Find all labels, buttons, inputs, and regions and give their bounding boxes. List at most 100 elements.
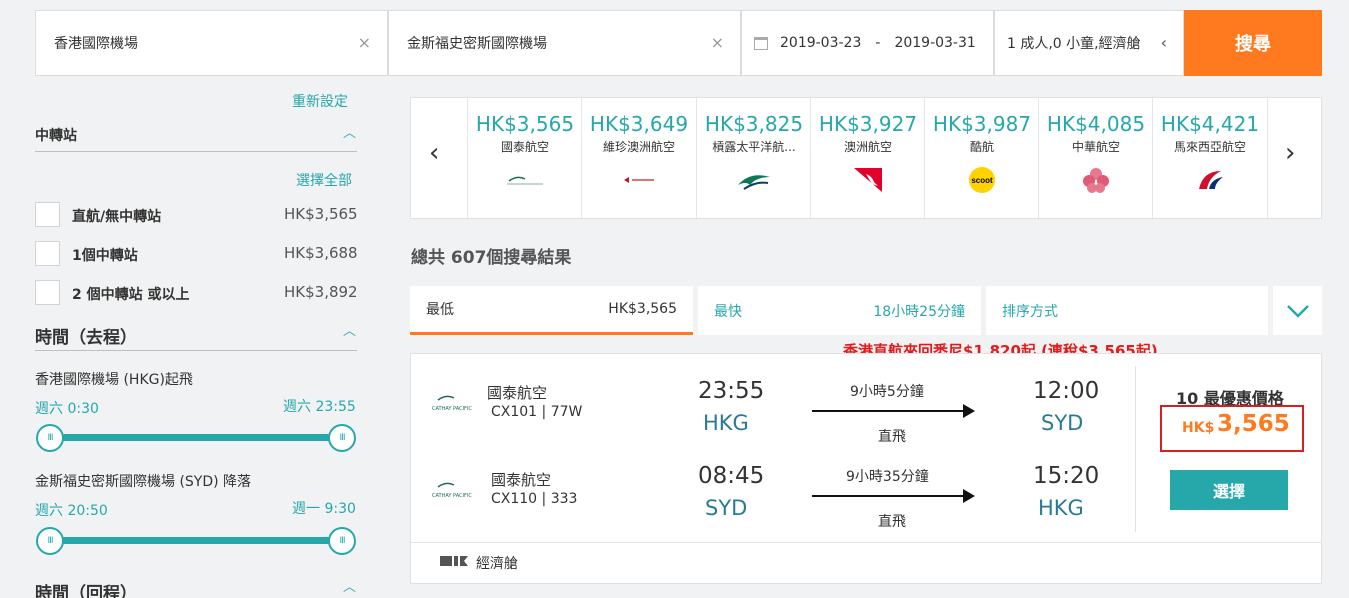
leg-airline: 國泰航空 [487,384,548,402]
stops-label-direct: 直航/無中轉站 [72,209,162,225]
airline-card-virgin[interactable]: HK$3,649 維珍澳洲航空 [581,98,696,220]
leg-arrival-code: SYD [1041,411,1084,435]
carousel-next-icon[interactable]: › [1285,138,1295,168]
leg-airline: 國泰航空 [491,471,552,489]
airline-name: 國泰航空 [500,140,549,154]
stops-price-one: HK$3,688 [284,244,358,262]
chevron-down-icon [1286,304,1309,318]
collapse-outbound-icon[interactable]: ︿ [343,320,356,339]
price-amount: 3,565 [1217,411,1290,437]
cabin-class: 經濟艙 [476,556,518,572]
cathay-pacific-logo-icon: CATHAY PACIFIC [430,479,480,501]
carousel-prev-icon[interactable]: ‹ [429,138,439,168]
scoot-logo-icon: scoot [962,167,1002,193]
cathay-pacific-logo-icon [505,167,545,193]
airline-price: HK$3,649 [589,112,689,136]
arrow-right-icon [963,489,975,503]
airline-name: 酷航 [969,140,994,154]
stops-divider [35,151,357,152]
reset-link[interactable]: 重新設定 [292,91,348,111]
leg-stops: 直飛 [878,429,906,445]
outbound-divider [35,350,357,351]
outbound-arrive-slider-min[interactable]: III [36,527,64,555]
airline-name: 槓露太平洋航... [712,140,796,154]
leg-stops: 直飛 [878,514,906,530]
airline-card-qantas[interactable]: HK$3,927 澳洲航空 [810,98,925,220]
bird-airline-logo-icon [734,167,774,193]
china-airlines-logo-icon [1076,167,1116,193]
airline-carousel: ‹ HK$3,565 國泰航空 HK$3,649 維珍澳洲航空 HK$3,825… [410,97,1322,220]
price-currency: HK$ [1182,420,1215,436]
sort-tab-label: 最低 [426,302,454,318]
outbound-depart-slider-max[interactable]: III [328,424,356,452]
origin-value: 香港國際機場 [54,36,138,52]
leg-arrival-time: 12:00 [1033,378,1100,404]
return-time-title: 時間（回程） [35,584,137,598]
airline-card-malaysia[interactable]: HK$4,421 馬來西亞航空 [1152,98,1267,220]
virgin-australia-logo-icon [619,167,659,193]
passenger-field[interactable]: 1 成人,0 小童,經濟艙 ‹ [994,10,1184,76]
card-footer-divider [411,542,1321,543]
sort-tab-fastest[interactable]: 最快 18小時25分鐘 [698,286,981,335]
destination-value: 金斯福史密斯國際機場 [407,36,547,52]
outbound-depart-slider-min[interactable]: III [36,424,64,452]
stops-checkbox-direct[interactable] [35,202,60,227]
airline-name: 中華航空 [1071,140,1120,154]
sort-tab-cheapest[interactable]: 最低 HK$3,565 [410,286,693,335]
collapse-stops-icon[interactable]: ︿ [343,122,356,141]
outbound-arrive-label: 金斯福史密斯國際機場 (SYD) 降落 [35,474,252,490]
clear-destination-icon[interactable]: × [711,33,724,52]
airline-card-scoot[interactable]: HK$3,987 酷航 scoot [924,98,1039,220]
sort-tab-sort-by[interactable]: 排序方式 [986,286,1268,335]
outbound-arrive-to: 週一 9:30 [292,501,356,517]
calendar-icon [754,36,768,50]
svg-text:CATHAY PACIFIC: CATHAY PACIFIC [432,493,472,499]
airline-card-cathay[interactable]: HK$3,565 國泰航空 [467,98,582,220]
origin-field[interactable]: 香港國際機場 × [35,10,388,76]
select-all-link[interactable]: 選擇全部 [296,170,352,190]
date-separator: - [875,35,881,51]
leg-duration: 9小時5分鐘 [850,384,924,400]
stops-title: 中轉站 [35,128,77,144]
results-total: 總共 607個搜尋結果 [411,248,572,268]
destination-field[interactable]: 金斯福史密斯國際機場 × [388,10,741,76]
stops-label-two-plus: 2 個中轉站 或以上 [72,287,190,303]
airline-price: HK$4,085 [1046,112,1146,136]
airline-card-third[interactable]: HK$3,825 槓露太平洋航... [696,98,811,220]
sort-dropdown-button[interactable] [1273,286,1322,335]
outbound-arrive-slider-max[interactable]: III [328,527,356,555]
cathay-pacific-logo-icon: CATHAY PACIFIC [430,392,480,414]
sort-tab-label: 排序方式 [1002,303,1058,320]
sort-tab-value: HK$3,565 [608,301,677,317]
search-button[interactable]: 搜尋 [1184,10,1322,76]
leg-arrival-time: 15:20 [1033,463,1100,489]
outbound-arrive-slider-track[interactable] [48,537,343,544]
airline-price: HK$3,565 [475,112,575,136]
return-date: 2019-03-31 [894,35,976,51]
leg-duration: 9小時35分鐘 [846,469,929,485]
date-field[interactable]: 2019-03-23 - 2019-03-31 [741,10,994,76]
leg-flight-number: CX101 | 77W [491,404,583,420]
price-column-divider [1135,366,1136,532]
stops-checkbox-one[interactable] [35,241,60,266]
sort-tab-label: 最快 [714,303,742,320]
select-flight-button[interactable]: 選擇 [1170,470,1288,510]
collapse-return-icon[interactable]: ︿ [343,576,356,595]
outbound-depart-label: 香港國際機場 (HKG)起飛 [35,372,193,388]
depart-date: 2019-03-23 [780,35,862,51]
outbound-depart-slider-track[interactable] [48,434,343,441]
clear-origin-icon[interactable]: × [358,33,371,52]
airline-name: 澳洲航空 [843,140,892,154]
leg-arrow-line [812,495,964,497]
outbound-depart-to: 週六 23:55 [283,399,356,415]
outbound-arrive-from: 週六 20:50 [35,503,108,519]
stops-checkbox-two-plus[interactable] [35,280,60,305]
outbound-depart-from: 週六 0:30 [35,401,99,417]
carousel-right-border [1267,98,1268,220]
leg-departure-code: HKG [703,411,749,435]
airline-card-china-airlines[interactable]: HK$4,085 中華航空 [1038,98,1153,220]
airline-price: HK$3,927 [818,112,918,136]
outbound-time-title: 時間（去程） [35,328,137,348]
malaysia-airlines-logo-icon [1190,167,1230,193]
sort-tab-value: 18小時25分鐘 [873,303,965,320]
